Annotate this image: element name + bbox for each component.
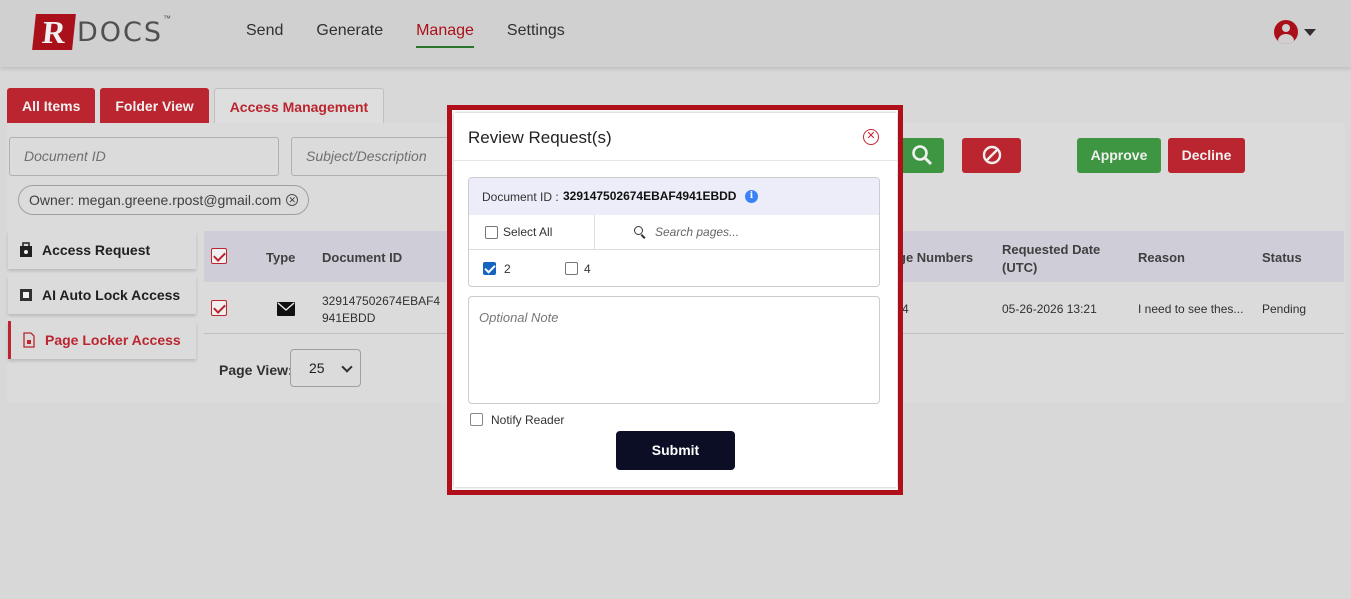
doc-id-label: Document ID :: [482, 190, 559, 204]
page-4-checkbox[interactable]: [565, 262, 578, 275]
submit-button[interactable]: Submit: [616, 431, 735, 470]
modal-divider: [454, 160, 897, 161]
document-page-selector: Document ID : 329147502674EBAF4941EBDD i…: [468, 177, 880, 287]
optional-note-textarea[interactable]: Optional Note: [468, 296, 880, 404]
page-4-label: 4: [584, 262, 591, 276]
info-icon[interactable]: i: [745, 190, 758, 203]
page-toolbar: Select All Search pages...: [469, 215, 879, 250]
close-icon[interactable]: ✕: [863, 129, 879, 145]
doc-id-value: 329147502674EBAF4941EBDD: [563, 189, 737, 203]
search-icon: [634, 226, 643, 235]
select-all-pages-checkbox[interactable]: [485, 226, 498, 239]
modal-title: Review Request(s): [468, 128, 612, 147]
review-request-modal: Review Request(s) ✕ Document ID : 329147…: [454, 113, 897, 487]
page-search-input[interactable]: Search pages...: [655, 225, 739, 239]
toolbar-divider: [594, 215, 595, 250]
document-id-header: Document ID : 329147502674EBAF4941EBDD i: [469, 178, 879, 215]
page-2-label: 2: [504, 262, 511, 276]
notify-reader-checkbox[interactable]: [470, 413, 483, 426]
select-all-label: Select All: [503, 225, 553, 239]
notify-reader-label: Notify Reader: [491, 413, 565, 427]
page-2-checkbox[interactable]: [483, 262, 496, 275]
